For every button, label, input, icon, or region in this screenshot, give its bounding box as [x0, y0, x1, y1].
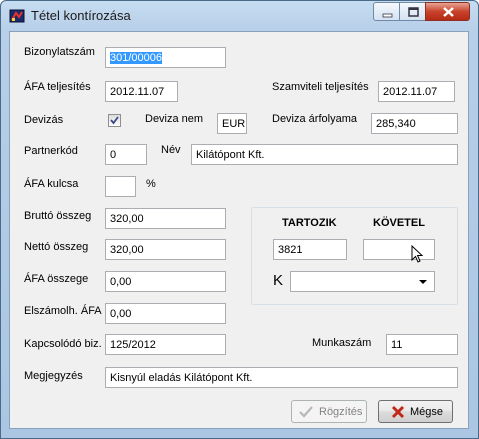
megjegyzes-field[interactable]: Kisnyúl eladás Kilátópont Kft. [105, 367, 458, 388]
title-bar[interactable]: Tétel kontírozása [1, 1, 478, 31]
checkmark-icon [110, 116, 119, 125]
kovetel-header: KÖVETEL [373, 217, 425, 229]
app-icon [9, 9, 25, 23]
bizonylatszam-field[interactable]: 301/00006 [105, 47, 226, 68]
afa-teljesites-label: ÁFA teljesítés [24, 81, 91, 93]
afa-kulcsa-field[interactable] [105, 176, 136, 197]
afa-osszege-field[interactable]: 0,00 [105, 271, 226, 292]
close-icon [443, 7, 454, 17]
munkaszam-field[interactable]: 11 [386, 334, 458, 355]
save-button-label: Rögzítés [319, 406, 363, 418]
tartozik-field[interactable]: 3821 [273, 239, 347, 260]
mouse-cursor-icon [411, 245, 424, 263]
chevron-down-icon [419, 280, 427, 284]
afa-kulcsa-label: ÁFA kulcsa [24, 178, 79, 190]
partnerkod-field[interactable]: 0 [105, 144, 147, 165]
bizonylatszam-label: Bizonylatszám [24, 46, 95, 58]
brutto-field[interactable]: 320,00 [105, 208, 226, 229]
form-area: Bizonylatszám 301/00006 ÁFA teljesítés 2… [9, 31, 469, 429]
save-button[interactable]: Rögzítés [291, 400, 367, 423]
brutto-label: Bruttó összeg [24, 210, 92, 222]
munkaszam-label: Munkaszám [312, 337, 372, 349]
afa-teljesites-field[interactable]: 2012.11.07 [105, 81, 178, 102]
close-button[interactable] [425, 2, 470, 21]
cancel-button-label: Mégse [410, 406, 444, 418]
partnerkod-label: Partnerkód [24, 145, 78, 157]
devizas-label: Devizás [24, 114, 64, 126]
window-title: Tétel kontírozása [31, 8, 131, 23]
netto-field[interactable]: 320,00 [105, 239, 226, 260]
elszamolh-afa-field[interactable]: 0,00 [105, 303, 226, 324]
k-combobox[interactable] [290, 271, 435, 292]
devizas-checkbox[interactable] [108, 114, 121, 127]
checkmark-icon [299, 406, 313, 418]
percent-label: % [146, 178, 156, 190]
kapcsolodo-field[interactable]: 125/2012 [105, 334, 226, 355]
deviza-arfolyama-field[interactable]: 285,340 [371, 113, 458, 134]
netto-label: Nettó összeg [24, 241, 89, 253]
deviza-arfolyama-label: Deviza árfolyama [272, 113, 357, 125]
nev-field[interactable]: Kilátópont Kft. [191, 144, 458, 165]
szamviteli-teljesites-field[interactable]: 2012.11.07 [378, 81, 455, 102]
minimize-button[interactable] [373, 2, 400, 21]
szamviteli-teljesites-label: Szamviteli teljesítés [272, 81, 369, 93]
nev-label: Név [161, 144, 181, 156]
close-icon [391, 405, 405, 419]
dialog-window: Tétel kontírozása Bizonylatszám 301/0000… [0, 0, 479, 439]
tartozik-header: TARTOZIK [282, 217, 337, 229]
kapcsolodo-label: Kapcsolódó biz. [24, 338, 102, 350]
maximize-icon [408, 7, 419, 17]
megjegyzes-label: Megjegyzés [24, 370, 83, 382]
elszamolh-afa-label: Elszámolh. ÁFA [24, 305, 102, 317]
maximize-button[interactable] [399, 2, 426, 21]
afa-osszege-label: ÁFA összege [24, 273, 89, 285]
cancel-button[interactable]: Mégse [378, 400, 453, 423]
bizonylatszam-value: 301/00006 [110, 52, 162, 64]
deviza-nem-field[interactable]: EUR [217, 113, 247, 134]
minimize-icon [382, 13, 393, 18]
deviza-nem-label: Deviza nem [145, 113, 204, 125]
k-label: K [273, 272, 284, 289]
accounting-group: TARTOZIK KÖVETEL 3821 K [251, 207, 458, 305]
